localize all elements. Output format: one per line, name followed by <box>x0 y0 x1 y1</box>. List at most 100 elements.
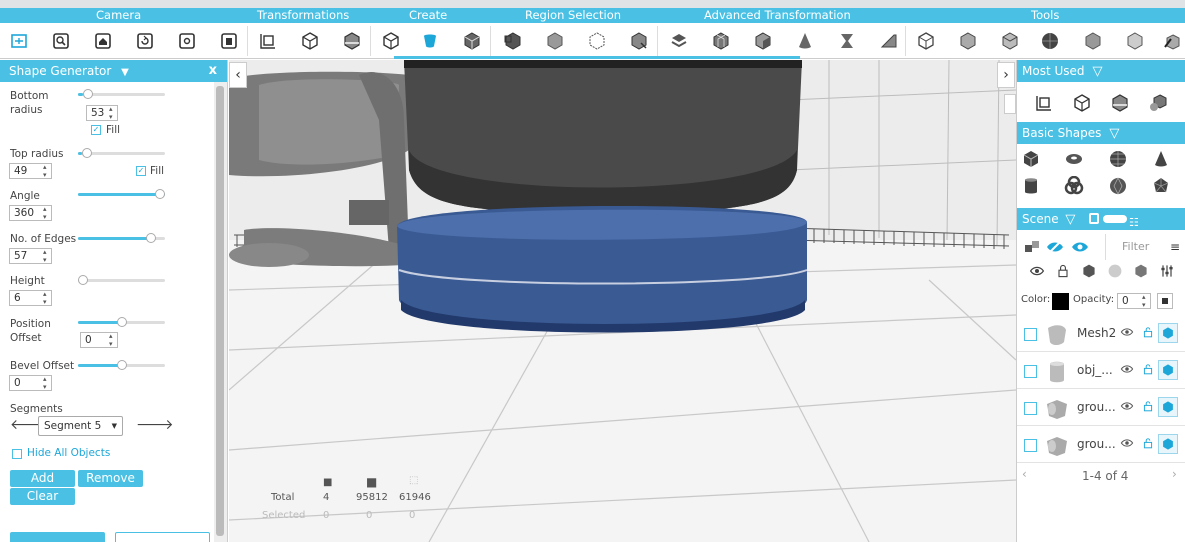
cube-grid-icon[interactable] <box>708 28 734 54</box>
scene-row[interactable]: obj_... <box>1017 353 1185 389</box>
objects-icon[interactable] <box>1021 236 1043 258</box>
fit-view-icon[interactable] <box>6 28 32 54</box>
panel-collapse-icon[interactable]: ▼ <box>121 67 129 78</box>
knot-icon[interactable] <box>1063 175 1085 197</box>
scene-row[interactable]: grou... <box>1017 427 1185 463</box>
bottom-action-button[interactable] <box>10 532 105 542</box>
torus-icon[interactable] <box>1063 148 1085 170</box>
unlock-icon[interactable] <box>1142 436 1154 450</box>
cylinder-icon[interactable] <box>1020 175 1042 197</box>
eye-icon[interactable] <box>1120 325 1134 339</box>
filter-funnel-icon[interactable]: ▽ <box>1065 212 1075 227</box>
opacity-reset-button[interactable] <box>1157 293 1173 309</box>
color-swatch[interactable] <box>1052 293 1069 310</box>
category-advanced-transformation[interactable]: Advanced Transformation <box>704 8 851 23</box>
page-prev-icon[interactable]: ‹ <box>1022 467 1027 481</box>
object-cube-icon[interactable] <box>1158 434 1178 454</box>
angle-input[interactable]: 360 <box>9 205 52 221</box>
row-checkbox[interactable] <box>1024 402 1037 415</box>
transform-frame-icon[interactable] <box>255 28 281 54</box>
cube-cut-icon[interactable] <box>339 28 365 54</box>
filter-menu-icon[interactable]: ≡ <box>1170 240 1180 254</box>
sphere-column-icon[interactable] <box>1107 263 1123 279</box>
row-checkbox[interactable] <box>1024 365 1037 378</box>
panel-scrollbar[interactable] <box>214 82 227 542</box>
cube-round-icon[interactable] <box>1122 28 1148 54</box>
bevel-offset-slider[interactable] <box>78 360 165 370</box>
angle-slider[interactable] <box>78 189 165 199</box>
position-offset-slider[interactable] <box>78 317 165 327</box>
cube-stack-icon[interactable] <box>459 28 485 54</box>
bottom-fill-checkbox[interactable]: ✓ <box>91 125 101 135</box>
bottom-radius-slider[interactable] <box>78 89 165 99</box>
scene-row[interactable]: grou... <box>1017 390 1185 426</box>
export-view-icon[interactable] <box>216 28 242 54</box>
settings-view-icon[interactable] <box>174 28 200 54</box>
list-view-icon[interactable]: ☷ <box>1129 212 1139 234</box>
hide-all-label[interactable]: Hide All Objects <box>27 446 110 460</box>
cube-select-icon[interactable] <box>1147 92 1169 114</box>
geosphere-icon[interactable] <box>1107 175 1129 197</box>
add-button[interactable]: Add <box>10 470 75 487</box>
collapse-right-icon[interactable]: › <box>997 62 1015 88</box>
cube-outline-icon[interactable] <box>297 28 323 54</box>
scrollbar-thumb[interactable] <box>216 86 224 536</box>
most-used-header[interactable]: Most Used ▽ <box>1017 60 1185 82</box>
cube-wire-icon[interactable] <box>584 28 610 54</box>
unlock-icon[interactable] <box>1142 362 1154 376</box>
sphere-icon[interactable] <box>1107 148 1129 170</box>
hourglass-icon[interactable] <box>834 28 860 54</box>
cone-icon[interactable] <box>1150 148 1172 170</box>
eye-column-icon[interactable] <box>1029 263 1045 279</box>
category-tools[interactable]: Tools <box>1031 8 1059 23</box>
scene-header[interactable]: Scene ▽ ☷ <box>1017 208 1185 230</box>
filter-funnel-icon[interactable]: ▽ <box>1109 126 1119 141</box>
unlock-icon[interactable] <box>1142 399 1154 413</box>
eye-icon[interactable] <box>1120 362 1134 376</box>
cube-select-icon[interactable] <box>626 28 652 54</box>
cube-bevel-icon[interactable] <box>955 28 981 54</box>
height-slider[interactable] <box>78 275 165 285</box>
cube-scale-icon[interactable] <box>997 28 1023 54</box>
3d-viewport[interactable]: ‹ › ■ ■ ⬚ Total 4 95812 61946 Selected 0… <box>229 60 1016 542</box>
bottom-radius-input[interactable]: 53 <box>86 105 118 121</box>
page-next-icon[interactable]: › <box>1172 467 1177 481</box>
scene-filter-input[interactable]: Filter <box>1105 234 1165 260</box>
wedge-icon[interactable] <box>876 28 902 54</box>
unlock-icon[interactable] <box>1142 325 1154 339</box>
sliders-column-icon[interactable] <box>1159 263 1175 279</box>
bottom-secondary-button[interactable] <box>115 532 210 542</box>
rotate-view-icon[interactable] <box>132 28 158 54</box>
remove-button[interactable]: Remove <box>78 470 143 487</box>
cube-icon[interactable] <box>1020 148 1042 170</box>
basic-shapes-header[interactable]: Basic Shapes ▽ <box>1017 122 1185 144</box>
cone-icon[interactable] <box>792 28 818 54</box>
category-transformations[interactable]: Transformations <box>257 8 349 23</box>
cube-box-icon[interactable] <box>913 28 939 54</box>
cube-layers-icon[interactable] <box>666 28 692 54</box>
cube-split-icon[interactable] <box>378 28 404 54</box>
eye-icon[interactable] <box>1120 436 1134 450</box>
clear-button[interactable]: Clear <box>10 488 75 505</box>
cube-column-icon[interactable] <box>1081 263 1097 279</box>
eye-icon[interactable] <box>1069 236 1091 258</box>
zoom-region-icon[interactable] <box>48 28 74 54</box>
segment-select[interactable]: Segment 5 ▼ <box>38 416 123 436</box>
visibility-off-icon[interactable] <box>1044 236 1066 258</box>
opacity-input[interactable]: 0 <box>1117 293 1151 309</box>
cube-outline-icon[interactable] <box>1071 92 1093 114</box>
edges-input[interactable]: 57 <box>9 248 52 264</box>
close-icon[interactable]: x <box>209 60 217 82</box>
object-cube-icon[interactable] <box>1158 360 1178 380</box>
cube-solid-icon[interactable] <box>542 28 568 54</box>
category-camera[interactable]: Camera <box>96 8 141 23</box>
row-checkbox[interactable] <box>1024 328 1037 341</box>
category-region-selection[interactable]: Region Selection <box>525 8 621 23</box>
viewport-side-handle[interactable] <box>1004 94 1016 114</box>
object-cube-icon[interactable] <box>1158 323 1178 343</box>
eye-icon[interactable] <box>1120 399 1134 413</box>
object-cube-icon[interactable] <box>1158 397 1178 417</box>
cube-import-icon[interactable] <box>500 28 526 54</box>
edges-slider[interactable] <box>78 233 165 243</box>
box-column-icon[interactable] <box>1133 263 1149 279</box>
